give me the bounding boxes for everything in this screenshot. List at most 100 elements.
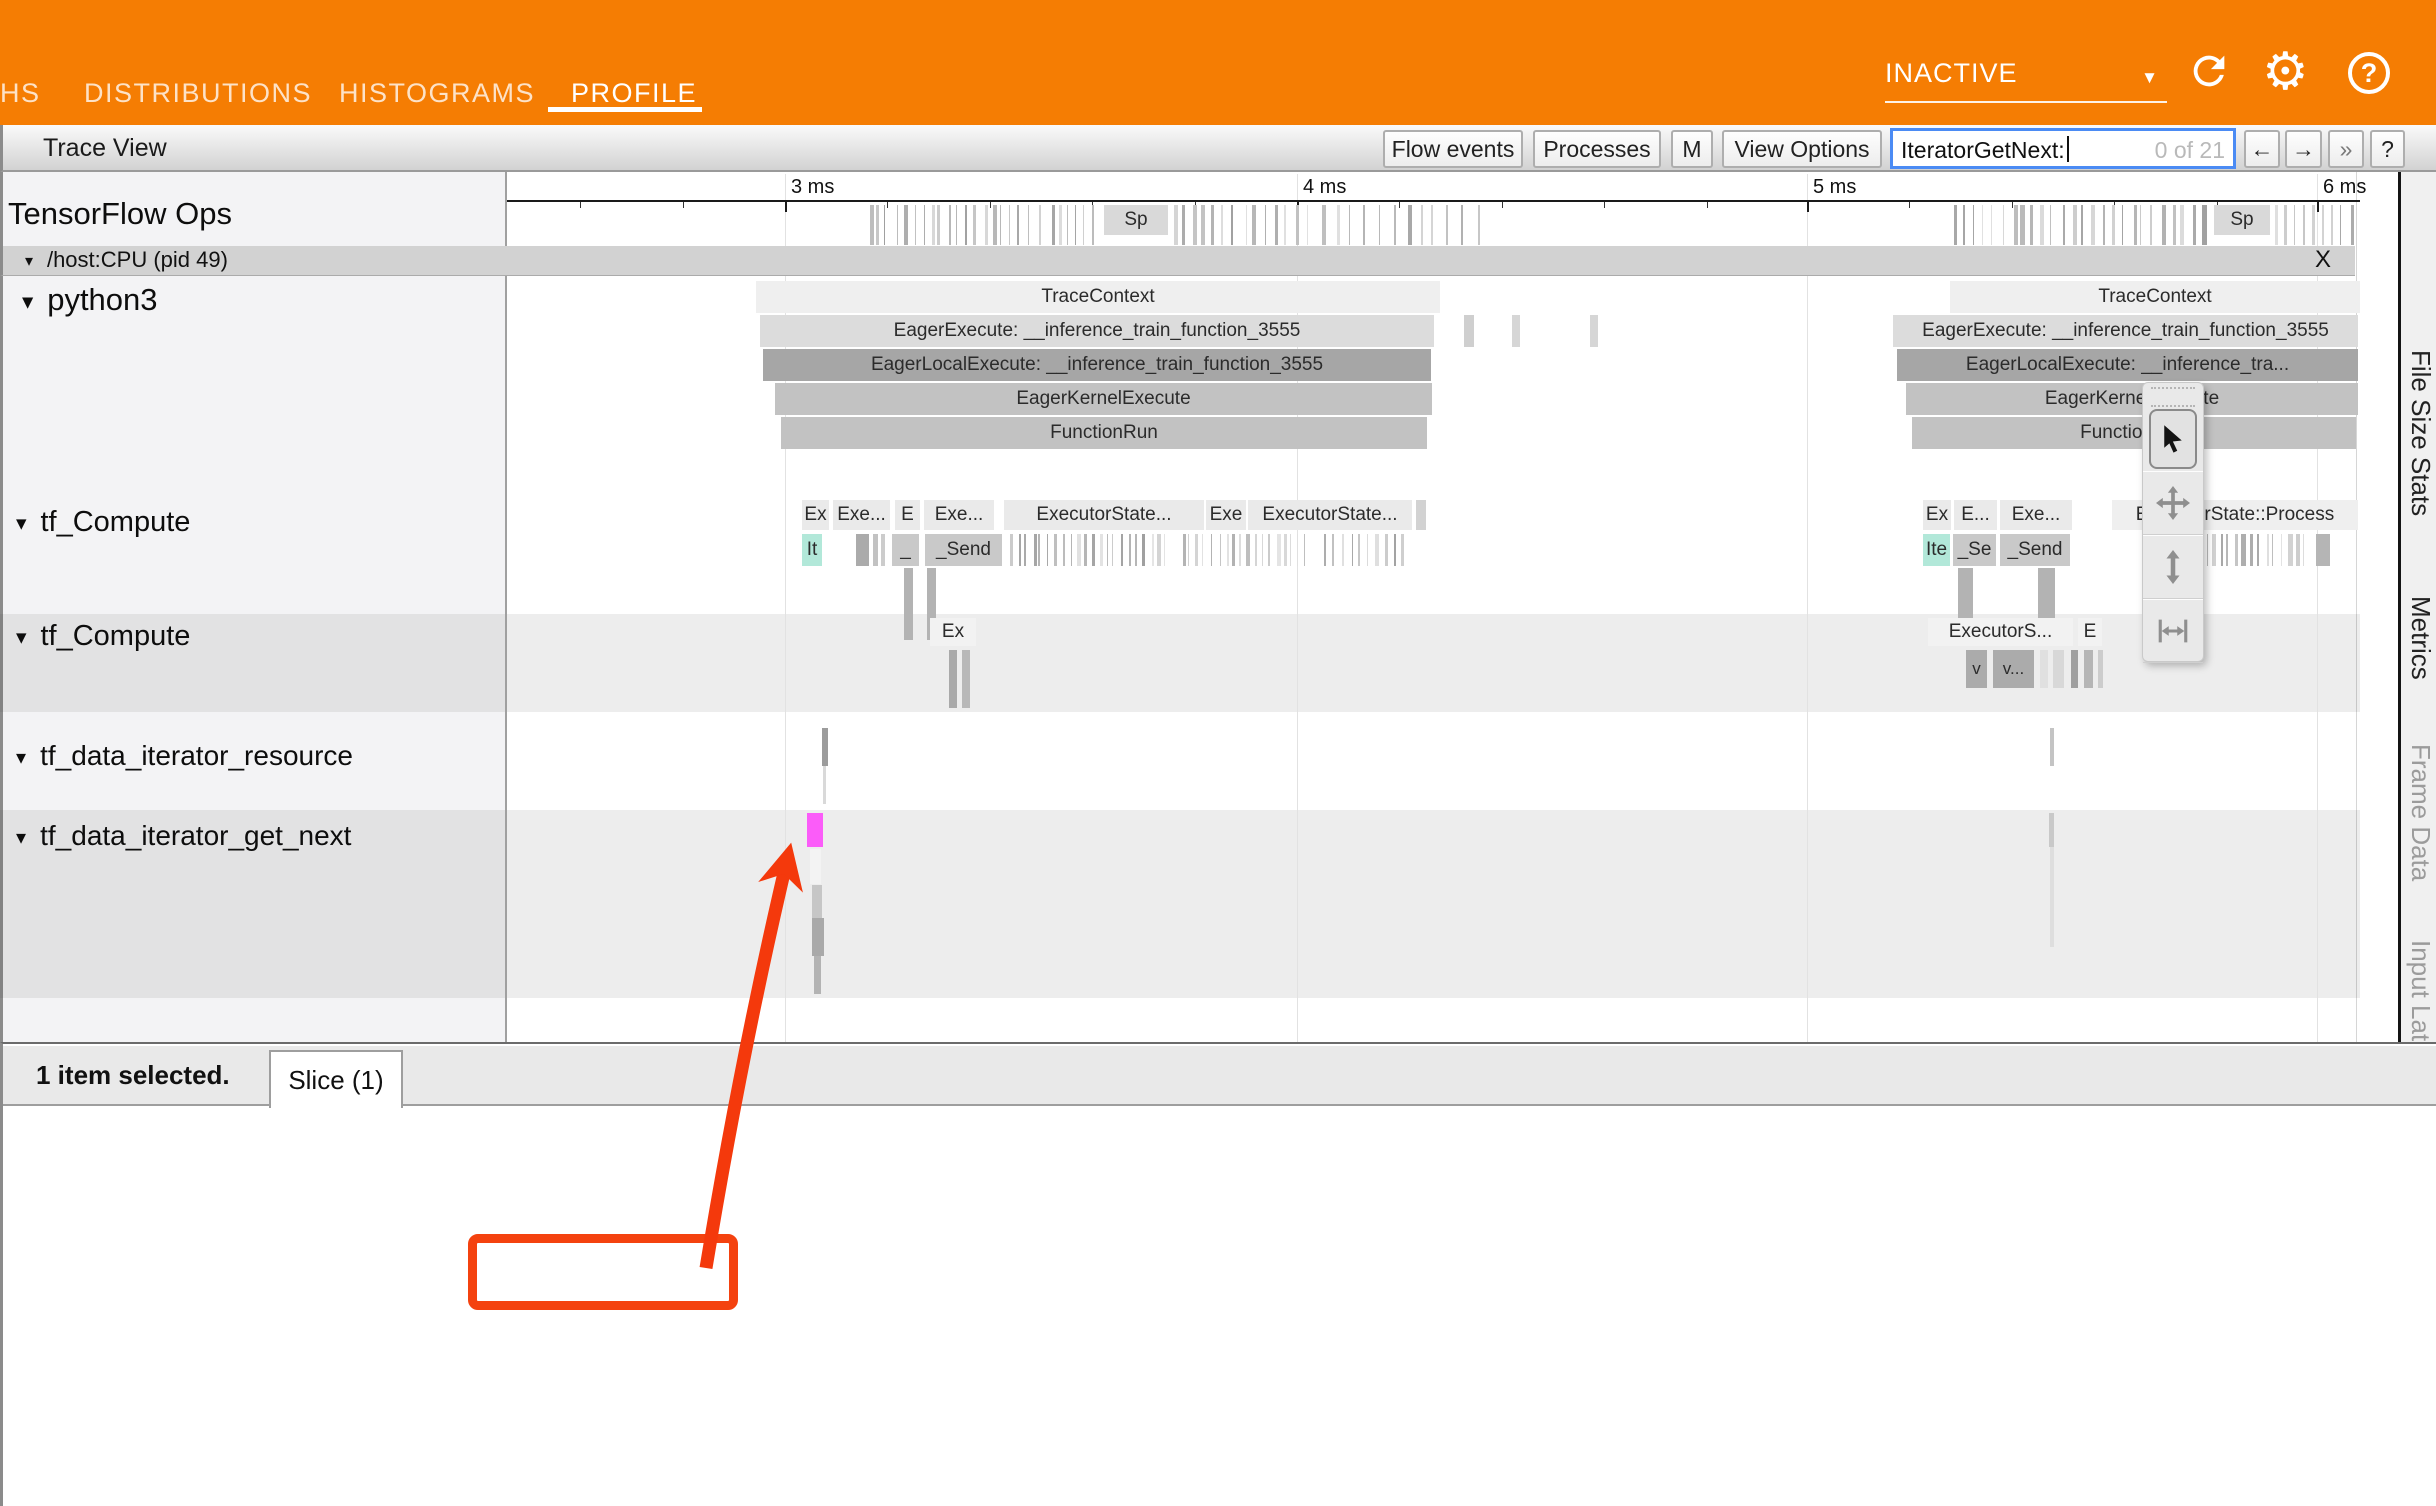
trace-slice[interactable]: _ — [892, 534, 919, 566]
run-selector-dropdown[interactable]: INACTIVE ▼ — [1885, 58, 2167, 102]
trace-bar[interactable] — [2050, 847, 2054, 947]
trace-bar[interactable] — [810, 849, 821, 884]
flow-events-button[interactable]: Flow events — [1383, 130, 1523, 168]
collapse-triangle-icon[interactable]: ▾ — [16, 626, 26, 649]
collapse-triangle-icon[interactable]: ▾ — [16, 827, 26, 849]
trace-bar[interactable] — [949, 650, 957, 708]
collapse-triangle-icon[interactable]: ▾ — [25, 253, 33, 270]
tab-graphs-partial[interactable]: HS — [0, 78, 41, 109]
trace-bar[interactable] — [881, 534, 885, 566]
trace-slice[interactable]: v... — [1993, 650, 2034, 688]
trace-bar[interactable] — [2053, 650, 2064, 688]
trace-bar[interactable] — [2098, 650, 2103, 688]
trace-slice[interactable]: Exe... — [833, 500, 890, 530]
toolbar-help-button[interactable]: ? — [2370, 130, 2405, 168]
trace-slice[interactable]: ExecutorS... — [1928, 618, 2073, 646]
trace-slice[interactable]: Ex — [930, 618, 976, 646]
sidebar-tab-input-latency[interactable]: Input Latency — [2405, 940, 2436, 1042]
track-label-tf_data_iterator_get_next[interactable]: ▾tf_data_iterator_get_next — [16, 820, 351, 852]
trace-slice[interactable]: Ex — [1923, 500, 1951, 530]
trace-slice[interactable]: E — [2078, 618, 2102, 646]
trace-slice[interactable]: EagerExecute: __inference_train_function… — [760, 315, 1434, 347]
trace-bar[interactable] — [812, 918, 824, 956]
trace-slice[interactable]: ExecutorState... — [1004, 500, 1204, 530]
trace-slice[interactable]: _Se — [1953, 534, 1996, 566]
trace-slice[interactable]: Exe — [1206, 500, 1246, 530]
vertical-zoom-tool-button[interactable] — [2143, 535, 2203, 599]
trace-bar[interactable] — [856, 534, 869, 566]
trace-bar[interactable] — [2040, 650, 2048, 688]
trace-bar[interactable] — [814, 956, 821, 994]
trace-slice[interactable]: TraceContext — [1950, 281, 2360, 313]
trace-slice[interactable]: Sp — [2214, 205, 2270, 235]
selection-tool-button[interactable] — [2149, 409, 2197, 469]
track-label-tf_compute[interactable]: ▾tf_Compute — [16, 620, 190, 653]
trace-bar[interactable] — [822, 728, 828, 766]
tab-distributions[interactable]: DISTRIBUTIONS — [84, 78, 312, 109]
tab-profile[interactable]: PROFILE — [571, 78, 697, 109]
trace-tool-palette[interactable] — [2142, 382, 2204, 662]
m-button[interactable]: M — [1671, 130, 1713, 168]
trace-bar[interactable] — [1416, 500, 1426, 530]
trace-slice[interactable]: Exe... — [2000, 500, 2072, 530]
collapse-triangle-icon[interactable]: ▾ — [16, 747, 26, 769]
pan-tool-button[interactable] — [2143, 471, 2203, 535]
trace-bar[interactable] — [2050, 728, 2054, 766]
trace-slice[interactable]: EagerExecute: __inference_train_function… — [1893, 315, 2358, 347]
slice-tab[interactable]: Slice (1) — [269, 1050, 403, 1108]
next-result-button[interactable]: → — [2285, 130, 2322, 168]
trace-slice[interactable]: TraceContext — [756, 281, 1440, 313]
trace-slice[interactable]: _Send — [2000, 534, 2070, 566]
trace-slice[interactable]: EagerLocalExecute: __inference_tra... — [1897, 349, 2358, 381]
trace-bar[interactable] — [1512, 315, 1520, 347]
prev-result-button[interactable]: ← — [2244, 130, 2280, 168]
gear-icon[interactable]: ⚙ — [2262, 48, 2310, 96]
collapse-triangle-icon[interactable]: ▾ — [22, 289, 33, 314]
close-icon[interactable]: X — [2315, 246, 2331, 274]
trace-bar[interactable] — [1464, 315, 1474, 347]
tab-histograms[interactable]: HISTOGRAMS — [339, 78, 535, 109]
track-label-tf_compute[interactable]: ▾tf_Compute — [16, 506, 190, 539]
trace-bar[interactable] — [812, 885, 822, 918]
timing-tool-button[interactable] — [2143, 599, 2203, 663]
trace-slice[interactable]: _Send — [925, 534, 1002, 566]
trace-bar[interactable] — [2316, 534, 2330, 566]
trace-slice[interactable]: Ite — [1923, 534, 1950, 566]
trace-slice[interactable]: E — [895, 500, 920, 530]
view-options-button[interactable]: View Options — [1722, 130, 1882, 168]
trace-slice[interactable]: v — [1966, 650, 1987, 688]
processes-button[interactable]: Processes — [1533, 130, 1661, 168]
trace-slice[interactable]: Exe... — [924, 500, 994, 530]
track-label-python3[interactable]: ▾python3 — [22, 282, 158, 318]
trace-slice[interactable]: Ex — [802, 500, 829, 530]
trace-slice[interactable]: EagerKernelExecute — [775, 383, 1432, 415]
help-icon[interactable]: ? — [2348, 52, 2390, 94]
collapse-triangle-icon[interactable]: ▾ — [16, 512, 26, 535]
trace-slice[interactable]: ExecutorState... — [1248, 500, 1412, 530]
trace-slice[interactable]: Sp — [1104, 205, 1168, 235]
trace-bar[interactable] — [823, 766, 826, 804]
search-input[interactable]: IteratorGetNext: 0 of 21 — [1890, 128, 2236, 169]
trace-bar[interactable] — [807, 813, 823, 847]
trace-bar[interactable] — [1590, 315, 1598, 347]
trace-bar[interactable] — [873, 534, 878, 566]
trace-slice[interactable]: EagerKernelExecute — [1906, 383, 2358, 415]
palette-drag-handle[interactable] — [2151, 387, 2195, 407]
sidebar-tab-file-size-stats[interactable]: File Size Stats — [2405, 350, 2436, 516]
track-label-tf_data_iterator_resource[interactable]: ▾tf_data_iterator_resource — [16, 740, 353, 772]
trace-slice[interactable]: It — [802, 534, 822, 566]
trace-bar[interactable] — [2071, 650, 2078, 688]
trace-slice[interactable]: FunctionRun — [1912, 417, 2356, 449]
trace-slice[interactable]: E... — [1954, 500, 1997, 530]
host-cpu-section-header[interactable]: ▾/host:CPU (pid 49) X — [0, 246, 2355, 276]
trace-slice[interactable]: FunctionRun — [781, 417, 1427, 449]
refresh-icon[interactable] — [2186, 48, 2234, 96]
trace-bar[interactable] — [2049, 813, 2054, 847]
trace-bar[interactable] — [962, 650, 970, 708]
trace-bar[interactable] — [904, 568, 913, 640]
more-button[interactable]: » — [2328, 130, 2364, 168]
sidebar-tab-metrics[interactable]: Metrics — [2405, 596, 2436, 680]
trace-slice[interactable]: EagerLocalExecute: __inference_train_fun… — [763, 349, 1431, 381]
trace-bar[interactable] — [2084, 650, 2093, 688]
sidebar-tab-frame-data[interactable]: Frame Data — [2405, 744, 2436, 881]
